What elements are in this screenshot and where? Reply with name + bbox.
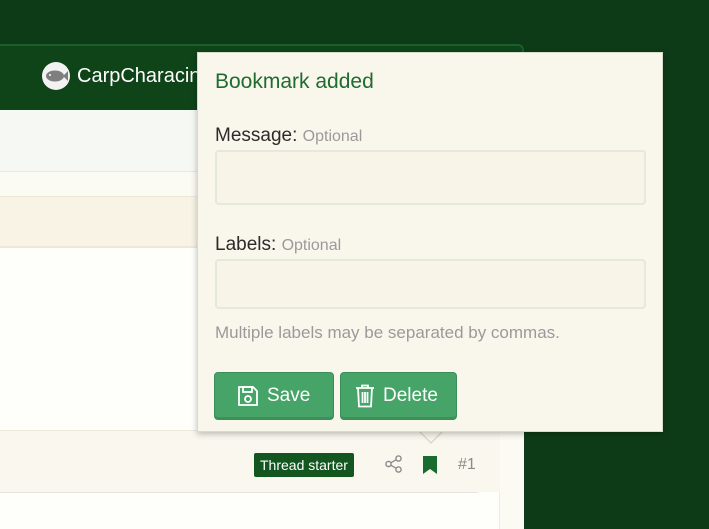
- fish-icon: [42, 62, 70, 90]
- message-input[interactable]: [215, 150, 646, 205]
- post-number-link[interactable]: #1: [458, 456, 476, 474]
- labels-input[interactable]: [215, 259, 646, 309]
- divider: [0, 492, 478, 493]
- labels-label: Labels: Optional: [215, 234, 341, 256]
- labels-hint: Multiple labels may be separated by comm…: [215, 323, 560, 342]
- labels-optional-hint: Optional: [281, 237, 342, 254]
- message-label-text: Message:: [215, 125, 298, 146]
- trash-icon: [355, 384, 375, 408]
- delete-button[interactable]: Delete: [340, 372, 457, 420]
- delete-button-label: Delete: [383, 385, 438, 406]
- labels-label-text: Labels:: [215, 234, 277, 255]
- thread-starter-badge: Thread starter: [254, 453, 354, 477]
- site-logo-text: CarpCharacin: [77, 64, 201, 87]
- share-icon[interactable]: [384, 454, 404, 474]
- save-button[interactable]: Save: [214, 372, 334, 420]
- bookmark-icon[interactable]: [422, 455, 438, 475]
- floppy-disk-icon: [237, 385, 259, 407]
- message-optional-hint: Optional: [302, 128, 363, 145]
- save-button-label: Save: [267, 385, 311, 406]
- site-logo[interactable]: CarpCharacin: [42, 62, 200, 90]
- bookmark-popup: Bookmark added Message: Optional Labels:…: [197, 52, 663, 432]
- popup-title: Bookmark added: [215, 70, 374, 93]
- message-label: Message: Optional: [215, 125, 362, 147]
